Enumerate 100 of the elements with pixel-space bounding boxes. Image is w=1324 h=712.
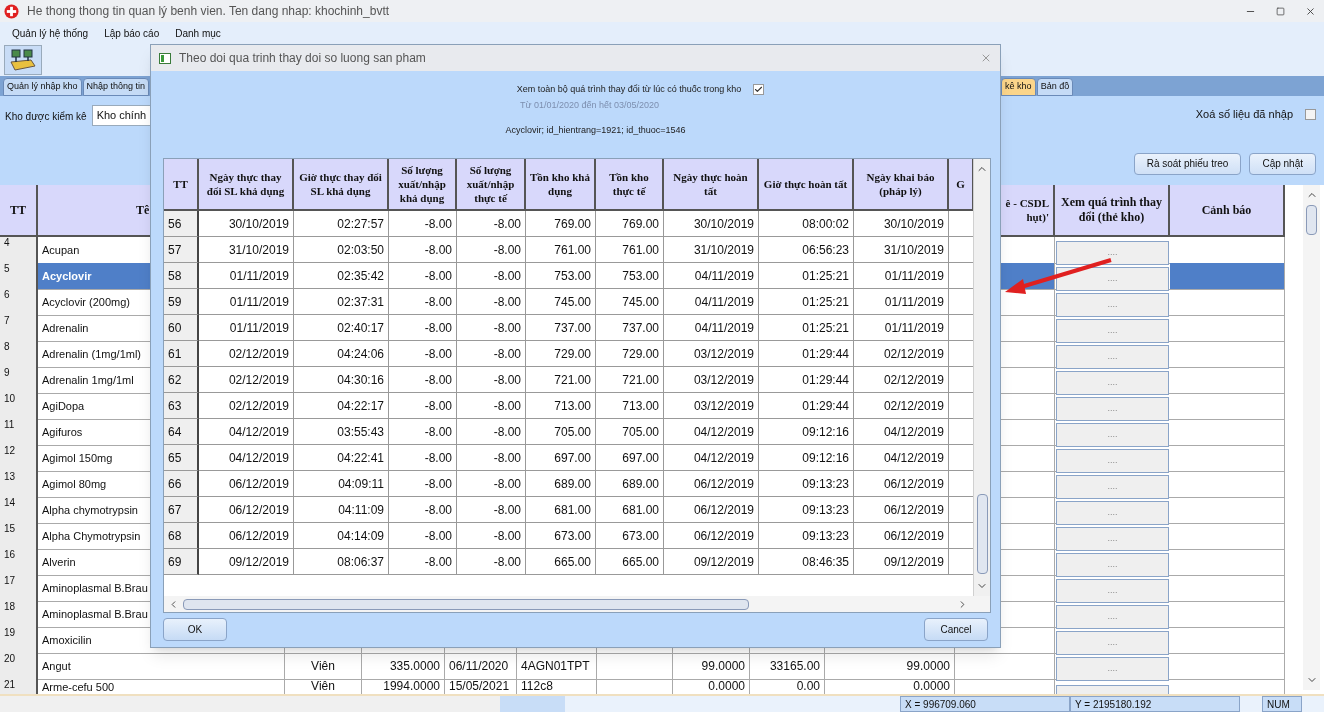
tab[interactable]: Bản đồ bbox=[1036, 78, 1074, 96]
menu-item[interactable]: Danh mục bbox=[175, 25, 221, 41]
scrollbar[interactable] bbox=[164, 596, 990, 612]
row-number: 58 bbox=[164, 263, 199, 289]
table-cell: 335.0000 bbox=[362, 653, 445, 680]
table-cell: 09/12/2019 bbox=[854, 549, 949, 575]
table-cell: 01:29:44 bbox=[759, 393, 854, 419]
table-cell: -8.00 bbox=[389, 497, 457, 523]
table-cell: 06/12/2019 bbox=[854, 523, 949, 549]
history-button[interactable]: .... bbox=[1056, 396, 1169, 421]
table-cell: -8.00 bbox=[389, 523, 457, 549]
table-cell: -8.00 bbox=[457, 211, 526, 237]
action-button[interactable]: Rà soát phiếu treo bbox=[1133, 152, 1242, 175]
dialog-button[interactable]: Cancel bbox=[924, 618, 988, 641]
table-cell: 01/11/2019 bbox=[199, 315, 294, 341]
row-number: 66 bbox=[164, 471, 199, 497]
table-cell: 31/10/2019 bbox=[854, 237, 949, 263]
maximize-icon[interactable] bbox=[1276, 6, 1285, 16]
table-cell: 09/12/2019 bbox=[664, 549, 759, 575]
row-number: 16 bbox=[0, 549, 38, 576]
history-button[interactable]: .... bbox=[1056, 292, 1169, 317]
table-cell: 09:13:23 bbox=[759, 497, 854, 523]
table-cell: 03/12/2019 bbox=[664, 367, 759, 393]
history-button[interactable]: .... bbox=[1056, 344, 1169, 369]
table-cell: 99.0000 bbox=[825, 653, 955, 680]
table-cell: -8.00 bbox=[457, 263, 526, 289]
tab[interactable]: kê kho bbox=[1001, 78, 1036, 96]
table-cell: 04:14:09 bbox=[294, 523, 389, 549]
table-cell: 02/12/2019 bbox=[854, 367, 949, 393]
table-cell: 04/12/2019 bbox=[199, 445, 294, 471]
toolbar-button[interactable] bbox=[4, 45, 42, 75]
scroll-thumb[interactable] bbox=[976, 494, 988, 574]
table-cell: 04:30:16 bbox=[294, 367, 389, 393]
table-cell: -8.00 bbox=[389, 315, 457, 341]
history-button[interactable]: .... bbox=[1056, 370, 1169, 395]
table-cell: 02/12/2019 bbox=[854, 341, 949, 367]
table-cell: 665.00 bbox=[526, 549, 596, 575]
check-icon bbox=[754, 85, 764, 95]
history-button[interactable]: .... bbox=[1056, 630, 1169, 655]
table-cell: 753.00 bbox=[596, 263, 664, 289]
scrollbar[interactable] bbox=[1303, 185, 1320, 690]
table-cell: 09:13:23 bbox=[759, 471, 854, 497]
table-cell: 04:22:41 bbox=[294, 445, 389, 471]
table-cell: 697.00 bbox=[526, 445, 596, 471]
table-cell: 04/11/2019 bbox=[664, 263, 759, 289]
column-header: Tồn kho khả dụng bbox=[526, 159, 596, 211]
dialog-button[interactable]: OK bbox=[163, 618, 227, 641]
table-cell: 681.00 bbox=[526, 497, 596, 523]
history-button[interactable]: .... bbox=[1056, 500, 1169, 525]
history-button[interactable]: .... bbox=[1056, 526, 1169, 551]
history-button[interactable]: .... bbox=[1056, 448, 1169, 473]
table-cell: 02/12/2019 bbox=[854, 393, 949, 419]
show-all-label: Xem toàn bộ quá trình thay đổi từ lúc có thuốc trong kho bbox=[516, 83, 742, 96]
table-cell: -8.00 bbox=[457, 549, 526, 575]
history-button[interactable]: .... bbox=[1056, 656, 1169, 681]
table-cell: 01/11/2019 bbox=[854, 289, 949, 315]
table-cell: 04/12/2019 bbox=[854, 419, 949, 445]
table-cell: 02:40:17 bbox=[294, 315, 389, 341]
table-cell: -8.00 bbox=[389, 445, 457, 471]
table-cell: -8.00 bbox=[389, 393, 457, 419]
table-cell: 713.00 bbox=[596, 393, 664, 419]
row-number: 10 bbox=[0, 393, 38, 420]
row-number: 6 bbox=[0, 289, 38, 316]
table-cell: 06/12/2019 bbox=[664, 471, 759, 497]
menu-item[interactable]: Quản lý hệ thống bbox=[12, 25, 89, 41]
window-icon bbox=[159, 52, 171, 64]
tab[interactable]: Quản lý nhập kho bbox=[3, 78, 82, 96]
table-cell: 681.00 bbox=[596, 497, 664, 523]
history-button[interactable]: .... bbox=[1056, 474, 1169, 499]
history-button[interactable]: .... bbox=[1056, 266, 1169, 291]
history-button[interactable]: .... bbox=[1056, 240, 1169, 265]
history-button[interactable]: .... bbox=[1056, 604, 1169, 629]
action-button[interactable]: Cập nhật bbox=[1249, 152, 1316, 175]
history-button[interactable]: .... bbox=[1056, 552, 1169, 577]
scroll-thumb[interactable] bbox=[183, 598, 749, 610]
table-cell: 01:29:44 bbox=[759, 367, 854, 393]
row-number: 4 bbox=[0, 237, 38, 264]
table-cell: 03/12/2019 bbox=[664, 393, 759, 419]
table-cell: 99.0000 bbox=[673, 653, 750, 680]
drug-name-cell[interactable]: Angut bbox=[38, 653, 285, 680]
row-number: 9 bbox=[0, 367, 38, 394]
history-button[interactable]: .... bbox=[1056, 578, 1169, 603]
table-cell: -8.00 bbox=[389, 211, 457, 237]
table-cell: 33165.00 bbox=[750, 653, 825, 680]
history-button[interactable]: .... bbox=[1056, 422, 1169, 447]
clear-entered-checkbox[interactable] bbox=[1305, 108, 1316, 120]
row-number: 21 bbox=[0, 679, 38, 694]
table-cell: 4AGN01TPT bbox=[517, 653, 597, 680]
table-cell: 04:11:09 bbox=[294, 497, 389, 523]
product-info: Acyclovir; id_hientrang=1921; id_thuoc=1546 bbox=[505, 124, 686, 137]
tab[interactable]: Nhập thông tin bbox=[82, 78, 150, 96]
show-all-checkbox[interactable] bbox=[753, 84, 765, 96]
table-cell: -8.00 bbox=[457, 289, 526, 315]
scrollbar[interactable] bbox=[973, 159, 990, 596]
scroll-thumb[interactable] bbox=[1306, 205, 1317, 235]
table-cell: 04/11/2019 bbox=[664, 289, 759, 315]
menu-item[interactable]: Lập báo cáo bbox=[104, 25, 160, 41]
history-button[interactable]: .... bbox=[1056, 318, 1169, 343]
row-number: 18 bbox=[0, 601, 38, 628]
close-icon[interactable] bbox=[1305, 5, 1316, 17]
